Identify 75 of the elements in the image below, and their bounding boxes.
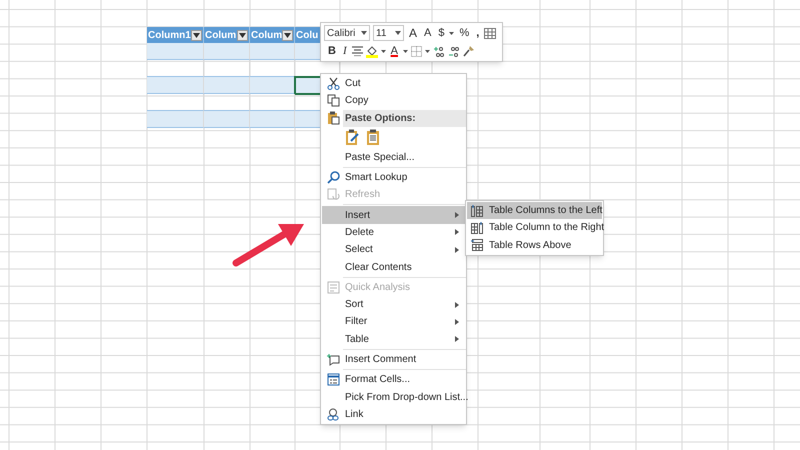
refresh-icon [326,188,340,202]
paste-option-icon[interactable] [366,129,381,146]
table-cell[interactable] [250,77,295,94]
menu-item[interactable]: Insert [322,206,465,224]
menu-item[interactable]: Table [322,330,465,348]
copy-icon [326,94,340,108]
table-cell[interactable] [204,43,250,60]
quick-analysis-icon [326,280,340,294]
toolbar-button[interactable]: A [407,27,420,39]
table-cell[interactable] [250,111,295,128]
menu-item[interactable]: Select [322,241,465,258]
link-icon [326,408,340,421]
menu-item[interactable]: Copy [322,92,465,110]
magnifier-icon [326,171,340,184]
menu-item[interactable]: Smart Lookup [322,168,465,186]
toolbar-button[interactable]: , [474,28,482,38]
toolbar-button[interactable]: I [340,46,349,56]
paste-option-icon[interactable] [345,129,360,146]
menu-item[interactable]: Pick From Drop-down List... [322,388,465,406]
fill-color-icon[interactable] [366,44,378,58]
menu-item[interactable]: Delete [322,224,465,242]
caret-icon[interactable] [402,50,408,52]
comment-icon [326,353,340,366]
filter-dropdown-button[interactable] [237,30,248,40]
scissors-icon [326,77,340,90]
decrease-decimal-icon[interactable] [448,46,460,56]
menu-section-header: Paste Options: [343,110,466,127]
menu-item[interactable]: Cut [322,75,465,92]
caret-icon[interactable] [449,32,454,34]
caret-icon [284,32,292,38]
caret-icon [193,32,200,38]
insert-column-icon [471,204,483,217]
toolbar-button[interactable]: A [388,46,400,56]
table-cell[interactable] [147,43,204,60]
table-cell[interactable] [250,43,295,60]
toolbar-button[interactable]: B [326,46,338,56]
caret-icon[interactable] [424,50,430,52]
align-center-icon[interactable] [352,46,363,56]
toolbar-button[interactable]: % [457,28,472,38]
borders-icon[interactable] [410,46,422,56]
increase-decimal-icon[interactable] [432,46,445,56]
font-name-dropdown[interactable]: Calibri [324,25,370,41]
format-as-table-icon[interactable] [484,28,496,38]
clipboard-icon [326,111,340,126]
menu-item[interactable]: Clear Contents [322,258,465,276]
menu-item[interactable]: Sort [322,296,465,314]
filter-dropdown-button[interactable] [282,30,294,40]
menu-item[interactable]: Paste Special... [322,148,465,166]
font-size-dropdown[interactable]: 11 [373,25,404,41]
insert-column-icon [471,222,483,234]
filter-dropdown-button[interactable] [191,30,202,40]
submenu-item[interactable]: Table Columns to the Left [467,202,602,220]
menu-item[interactable]: Insert Comment [322,350,465,368]
table-cell[interactable] [204,77,250,94]
column-title: Colum [205,28,237,42]
format-painter-icon[interactable] [462,45,475,57]
column-title: Column1 [148,28,191,42]
table-cell[interactable] [147,111,204,128]
insert-row-icon [471,239,483,252]
pointer-arrow [232,224,304,266]
caret-icon [239,32,246,38]
toolbar-button[interactable]: A [422,28,434,38]
table-cell[interactable] [147,77,204,94]
toolbar-button[interactable]: $ [436,28,446,38]
menu-item[interactable]: Format Cells... [322,371,465,388]
caret-icon [361,31,367,35]
menu-item[interactable]: Link [322,406,465,424]
submenu-item[interactable]: Table Column to the Right [467,219,602,237]
column-title: Colum [251,28,282,42]
caret-icon [395,31,401,35]
format-cells-icon [326,373,340,386]
table-cell[interactable] [204,111,250,128]
menu-item[interactable]: Filter [322,313,465,331]
caret-icon[interactable] [380,50,386,52]
submenu-item[interactable]: Table Rows Above [467,236,602,254]
